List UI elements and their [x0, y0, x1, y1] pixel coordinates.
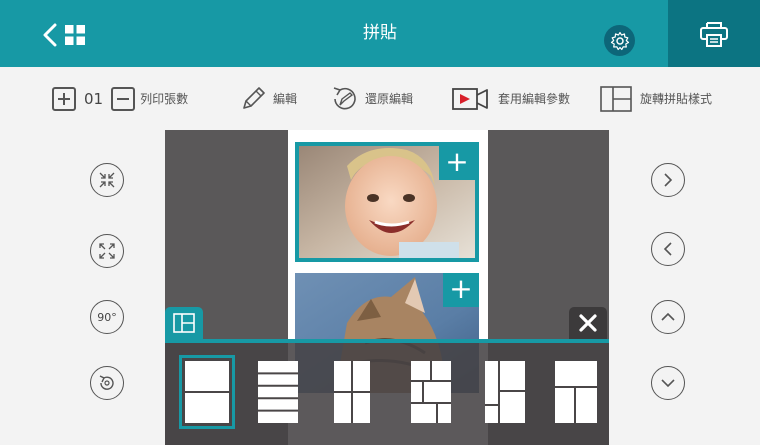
chevron-left-icon	[663, 242, 672, 256]
reset-icon	[99, 375, 114, 390]
layout-icon	[600, 85, 632, 112]
pencil-icon	[243, 86, 265, 109]
settings-button[interactable]	[604, 25, 635, 56]
previous-button[interactable]	[651, 232, 685, 266]
shrink-button[interactable]	[90, 163, 124, 197]
close-icon	[579, 314, 597, 332]
app-header: 拼貼	[0, 0, 760, 67]
expand-icon	[99, 243, 115, 259]
increment-icon[interactable]	[52, 86, 76, 111]
video-apply-icon	[452, 87, 488, 110]
rotate-90-icon: 90°	[97, 310, 117, 324]
chevron-up-icon	[661, 312, 675, 321]
layout-icon	[173, 313, 195, 333]
rotate-90-button[interactable]: 90°	[90, 300, 124, 334]
page-title: 拼貼	[363, 23, 397, 43]
print-count-group: 01 列印張數	[52, 67, 188, 130]
decrement-icon[interactable]	[111, 86, 136, 111]
move-down-button[interactable]	[651, 366, 685, 400]
print-button[interactable]	[668, 0, 760, 67]
layout-tray	[165, 339, 609, 445]
collage-screen: 拼貼 01 列印張數 編輯 還原編輯 套用編輯參數 旋轉拼貼樣式 90° + +	[0, 0, 760, 445]
edit-button[interactable]: 編輯	[240, 67, 297, 130]
layout-tray-tab[interactable]	[165, 307, 203, 339]
restore-edit-label: 還原編輯	[365, 92, 414, 106]
apply-params-button[interactable]: 套用編輯參數	[452, 67, 570, 130]
expand-button[interactable]	[90, 234, 124, 268]
layout-option-five-rows[interactable]	[258, 361, 298, 423]
rotate-layout-label: 旋轉拼貼樣式	[640, 92, 713, 106]
layout-option-five-grid-mixed[interactable]	[411, 361, 451, 423]
photo-slot-1[interactable]: +	[295, 142, 479, 262]
gear-icon	[610, 31, 629, 50]
restore-edit-button[interactable]: 還原編輯	[330, 67, 413, 130]
printer-icon	[700, 21, 728, 47]
restore-icon	[333, 86, 356, 109]
edit-toolbar: 01 列印張數 編輯 還原編輯 套用編輯參數 旋轉拼貼樣式	[0, 67, 760, 130]
add-photo-button-2[interactable]: +	[443, 273, 479, 307]
next-button[interactable]	[651, 163, 685, 197]
shrink-icon	[99, 172, 115, 188]
layout-option-four-grid[interactable]	[334, 361, 370, 423]
chevron-right-icon	[664, 173, 673, 187]
print-count-label: 列印張數	[140, 92, 189, 106]
reset-button[interactable]	[90, 366, 124, 400]
layout-option-two-rows[interactable]	[179, 355, 235, 429]
move-up-button[interactable]	[651, 300, 685, 334]
edit-label: 編輯	[273, 92, 298, 106]
close-tray-button[interactable]	[569, 307, 607, 339]
add-photo-button-1[interactable]: +	[439, 146, 475, 180]
layout-option-four-grid-mixed[interactable]	[485, 361, 525, 423]
apply-params-label: 套用編輯參數	[498, 92, 571, 106]
chevron-down-icon	[661, 379, 675, 388]
rotate-layout-button[interactable]: 旋轉拼貼樣式	[600, 67, 712, 130]
layout-option-three-mixed[interactable]	[555, 361, 597, 423]
print-count-value: 01	[84, 89, 104, 108]
